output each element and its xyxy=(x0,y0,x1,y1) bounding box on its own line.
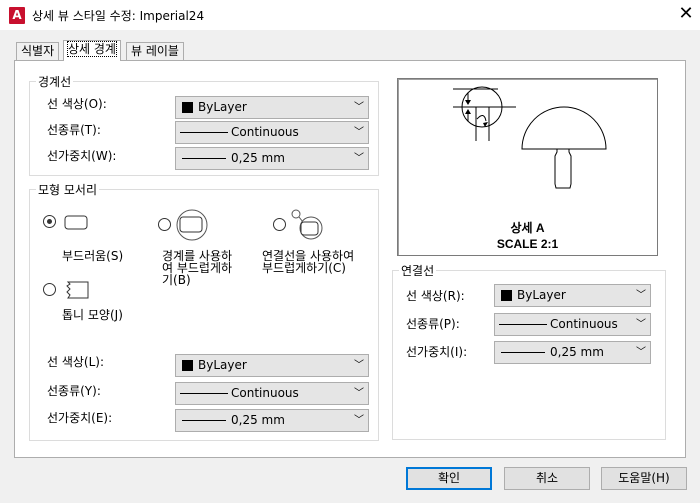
linetype-sample xyxy=(499,324,547,325)
jagged-edge-icon xyxy=(63,279,93,304)
chevron-down-icon: ﹀ xyxy=(354,360,364,371)
jagged-option-label[interactable]: 톱니 모양(J) xyxy=(62,309,123,322)
connection-linetype-label: 선종류(P): xyxy=(406,317,460,331)
lineweight-sample xyxy=(501,352,545,353)
lineweight-sample xyxy=(182,158,226,159)
edge-color-label: 선 색상(L): xyxy=(47,355,105,369)
color-swatch xyxy=(501,290,512,301)
chevron-down-icon: ﹀ xyxy=(354,415,364,426)
boundary-linetype-value: Continuous xyxy=(231,125,299,139)
connection-lineweight-select[interactable]: 0,25 mm ﹀ xyxy=(494,341,651,364)
linetype-sample xyxy=(180,132,228,133)
chevron-down-icon: ﹀ xyxy=(636,290,646,301)
tab-detail-boundary[interactable]: 상세 경계 xyxy=(63,40,121,61)
tab-identifier[interactable]: 식별자 xyxy=(16,42,60,61)
linetype-sample xyxy=(180,393,228,394)
boundary-color-label: 선 색상(O): xyxy=(47,97,107,111)
edge-color-select[interactable]: ByLayer ﹀ xyxy=(175,354,369,377)
connection-lineweight-value: 0,25 mm xyxy=(550,345,604,359)
smooth-border-icon xyxy=(174,208,212,245)
chevron-down-icon: ﹀ xyxy=(354,153,364,164)
jagged-radio[interactable] xyxy=(43,283,56,296)
lineweight-sample xyxy=(182,420,226,421)
edge-lineweight-select[interactable]: 0,25 mm ﹀ xyxy=(175,409,369,432)
connection-linetype-value: Continuous xyxy=(550,317,618,331)
edge-lineweight-label: 선가중치(E): xyxy=(47,411,113,425)
chevron-down-icon: ﹀ xyxy=(354,388,364,399)
boundary-group-title: 경계선 xyxy=(36,73,74,90)
connection-color-value: ByLayer xyxy=(517,288,566,302)
preview-caption-title: 상세 A xyxy=(510,221,545,235)
boundary-lineweight-label: 선가중치(W): xyxy=(47,149,117,163)
tab-view-label[interactable]: 뷰 레이블 xyxy=(126,42,184,61)
boundary-color-select[interactable]: ByLayer ﹀ xyxy=(175,96,369,119)
smooth-connection-icon xyxy=(289,208,325,245)
edge-linetype-value: Continuous xyxy=(231,386,299,400)
smooth-connection-radio[interactable] xyxy=(273,218,286,231)
smooth-border-label-line3[interactable]: 기(B) xyxy=(162,274,191,287)
preview-pane: 상세 A SCALE 2:1 xyxy=(397,78,658,256)
ok-button[interactable]: 확인 xyxy=(406,467,492,490)
cancel-button[interactable]: 취소 xyxy=(504,467,590,490)
smooth-border-radio[interactable] xyxy=(158,218,171,231)
edge-linetype-select[interactable]: Continuous ﹀ xyxy=(175,382,369,405)
chevron-down-icon: ﹀ xyxy=(354,102,364,113)
smooth-edge-icon xyxy=(63,213,91,234)
smooth-option-label[interactable]: 부드러움(S) xyxy=(62,250,123,263)
autocad-app-icon: A xyxy=(9,7,25,24)
boundary-lineweight-value: 0,25 mm xyxy=(231,151,285,165)
connection-color-select[interactable]: ByLayer ﹀ xyxy=(494,284,651,307)
preview-caption-scale: SCALE 2:1 xyxy=(496,237,559,251)
model-edge-group-title: 모형 모서리 xyxy=(36,181,100,198)
connection-group-title: 연결선 xyxy=(399,262,437,279)
tab-label: 상세 경계 xyxy=(67,41,117,57)
edge-lineweight-value: 0,25 mm xyxy=(231,413,285,427)
boundary-linetype-label: 선종류(T): xyxy=(47,123,101,137)
smooth-radio[interactable] xyxy=(43,215,56,228)
edge-linetype-label: 선종류(Y): xyxy=(47,384,101,398)
boundary-lineweight-select[interactable]: 0,25 mm ﹀ xyxy=(175,147,369,170)
boundary-linetype-select[interactable]: Continuous ﹀ xyxy=(175,121,369,144)
chevron-down-icon: ﹀ xyxy=(354,127,364,138)
chevron-down-icon: ﹀ xyxy=(636,319,646,330)
connection-color-label: 선 색상(R): xyxy=(406,289,465,303)
connection-lineweight-label: 선가중치(I): xyxy=(406,345,468,359)
tab-label: 뷰 레이블 xyxy=(131,44,179,58)
smooth-connection-label-line2[interactable]: 부드럽게하기(C) xyxy=(262,262,346,275)
edge-color-value: ByLayer xyxy=(198,358,247,372)
color-swatch xyxy=(182,102,193,113)
boundary-color-value: ByLayer xyxy=(198,100,247,114)
help-button[interactable]: 도움말(H) xyxy=(601,467,687,490)
close-button[interactable]: ✕ xyxy=(676,4,696,24)
tab-label: 식별자 xyxy=(21,44,55,58)
color-swatch xyxy=(182,360,193,371)
window-title: 상세 뷰 스타일 수정: Imperial24 xyxy=(32,9,205,23)
chevron-down-icon: ﹀ xyxy=(636,347,646,358)
connection-linetype-select[interactable]: Continuous ﹀ xyxy=(494,313,651,336)
title-bar: A 상세 뷰 스타일 수정: Imperial24 ✕ xyxy=(0,0,700,30)
